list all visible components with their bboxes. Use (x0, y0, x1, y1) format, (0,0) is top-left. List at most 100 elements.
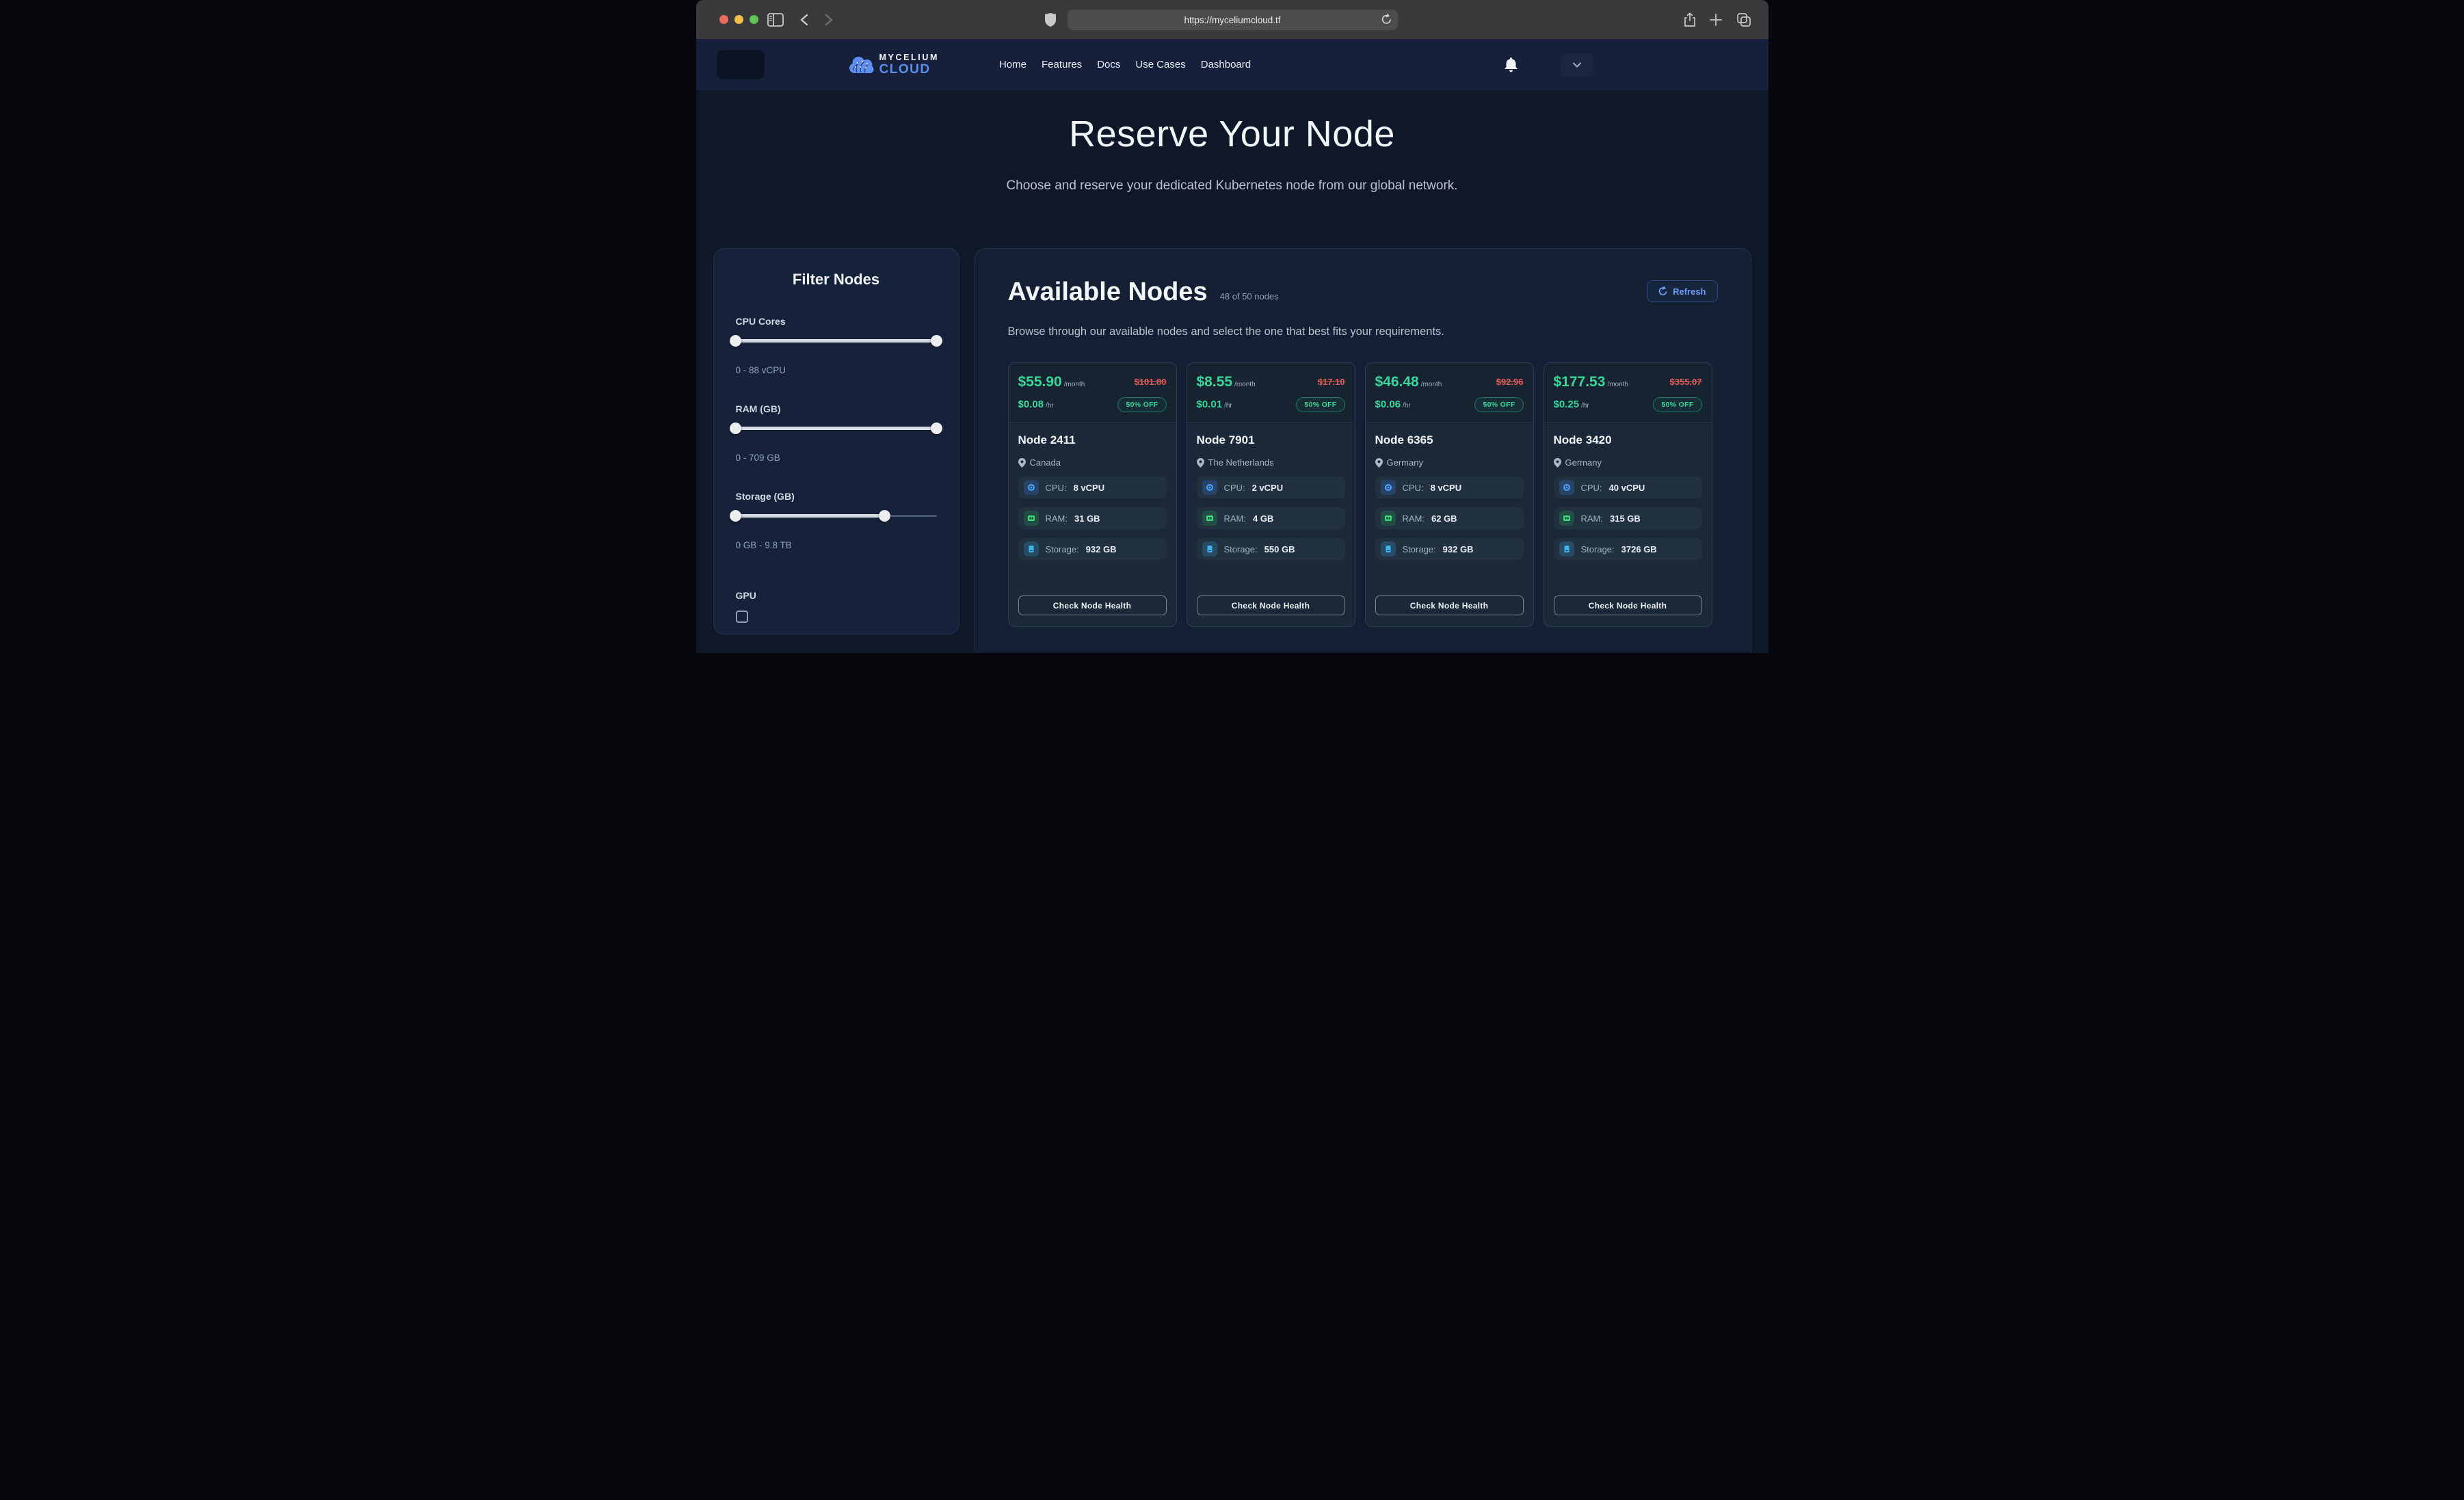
account-menu-button[interactable] (1560, 53, 1594, 77)
price-month: $177.53 (1554, 374, 1606, 390)
node-card[interactable]: $46.48/month $92.96 $0.06/hr 50% OFF Nod… (1365, 362, 1534, 627)
ram-range-slider[interactable] (736, 423, 937, 433)
ram-slider-handle-min[interactable] (730, 423, 741, 434)
nav-link-dashboard[interactable]: Dashboard (1200, 56, 1252, 73)
nav-link-features[interactable]: Features (1040, 56, 1083, 73)
hero-section: Reserve Your Node Choose and reserve you… (696, 90, 1768, 193)
filter-range-cpu: 0 - 88 vCPU (736, 365, 937, 375)
node-card[interactable]: $55.90/month $101.80 $0.08/hr 50% OFF No… (1008, 362, 1177, 627)
page-title: Reserve Your Node (696, 113, 1768, 155)
cpu-range-slider[interactable] (736, 335, 937, 346)
brain-cloud-logo-icon (848, 54, 874, 76)
close-window-button[interactable] (719, 15, 728, 24)
gpu-checkbox[interactable] (736, 611, 748, 623)
spec-label-ram: RAM: (1403, 513, 1425, 524)
price-month: $46.48 (1375, 374, 1419, 390)
new-tab-icon[interactable] (1710, 0, 1722, 39)
spec-label-storage: Storage: (1224, 544, 1258, 554)
reload-icon[interactable] (1381, 14, 1392, 27)
share-icon[interactable] (1684, 0, 1696, 39)
spec-value-storage: 932 GB (1086, 544, 1117, 554)
filter-label-storage: Storage (GB) (736, 491, 937, 502)
filter-group-storage: Storage (GB) 0 GB - 9.8 TB (736, 491, 937, 550)
discount-badge: 50% OFF (1653, 397, 1701, 412)
browser-window: https://myceliumcloud.tf (696, 0, 1768, 653)
node-card[interactable]: $177.53/month $355.07 $0.25/hr 50% OFF N… (1544, 362, 1712, 627)
url-bar[interactable]: https://myceliumcloud.tf (1068, 10, 1398, 30)
back-button-icon[interactable] (800, 0, 808, 39)
notification-bell-icon[interactable] (1505, 57, 1518, 72)
url-text: https://myceliumcloud.tf (1184, 15, 1280, 25)
storage-slider-handle-max[interactable] (879, 510, 890, 522)
spec-value-storage: 932 GB (1443, 544, 1474, 554)
minimize-window-button[interactable] (734, 15, 743, 24)
spec-value-cpu: 8 vCPU (1431, 483, 1462, 493)
nav-link-use-cases[interactable]: Use Cases (1134, 56, 1187, 73)
spec-label-storage: Storage: (1581, 544, 1615, 554)
original-price: $17.10 (1318, 377, 1345, 387)
nav-links: Home Features Docs Use Cases Dashboard (998, 56, 1252, 73)
panel-title: Available Nodes (1008, 279, 1208, 305)
spec-value-ram: 4 GB (1253, 513, 1273, 524)
chevron-down-icon (1573, 62, 1581, 68)
filter-panel-title: Filter Nodes (736, 271, 937, 289)
spec-label-storage: Storage: (1046, 544, 1079, 554)
per-month-label: /month (1421, 381, 1442, 388)
cpu-slider-handle-min[interactable] (730, 335, 741, 347)
spec-label-cpu: CPU: (1046, 483, 1067, 493)
cpu-slider-handle-max[interactable] (931, 335, 942, 347)
per-month-label: /month (1064, 381, 1085, 388)
privacy-shield-icon[interactable] (1045, 0, 1056, 39)
node-card[interactable]: $8.55/month $17.10 $0.01/hr 50% OFF Node… (1187, 362, 1355, 627)
check-node-health-button[interactable]: Check Node Health (1375, 595, 1524, 615)
tab-overview-icon[interactable] (1737, 0, 1751, 39)
forward-button-icon[interactable] (825, 0, 833, 39)
cpu-icon (1381, 480, 1396, 495)
nav-link-docs[interactable]: Docs (1096, 56, 1122, 73)
fullscreen-window-button[interactable] (750, 15, 758, 24)
cpu-icon (1202, 480, 1217, 495)
refresh-button[interactable]: Refresh (1647, 280, 1717, 302)
ram-slider-handle-max[interactable] (931, 423, 942, 434)
available-nodes-panel: Available Nodes 48 of 50 nodes Refresh B… (975, 248, 1751, 653)
price-hour: $0.08 (1018, 399, 1044, 410)
window-controls (719, 15, 758, 24)
ram-icon (1559, 511, 1574, 526)
storage-icon (1381, 541, 1396, 557)
logo-text-line2: CLOUD (879, 63, 939, 76)
spec-value-ram: 62 GB (1431, 513, 1457, 524)
storage-slider-handle-min[interactable] (730, 510, 741, 522)
check-node-health-button[interactable]: Check Node Health (1018, 595, 1167, 615)
sidebar-toggle-icon[interactable] (767, 0, 784, 39)
spec-value-cpu: 40 vCPU (1609, 483, 1645, 493)
cpu-icon (1024, 480, 1039, 495)
node-name: Node 6365 (1375, 433, 1524, 447)
original-price: $92.96 (1496, 377, 1524, 387)
site-logo[interactable]: MYCELIUM CLOUD (848, 53, 939, 77)
filter-nodes-panel: Filter Nodes CPU Cores 0 - 88 vCPU RAM (… (713, 248, 959, 634)
spec-label-storage: Storage: (1403, 544, 1436, 554)
node-name: Node 7901 (1197, 433, 1345, 447)
location-pin-icon (1375, 458, 1383, 468)
node-location: Germany (1387, 457, 1423, 468)
navbar-placeholder (717, 50, 765, 79)
spec-label-cpu: CPU: (1403, 483, 1424, 493)
nav-link-home[interactable]: Home (998, 56, 1028, 73)
storage-range-slider[interactable] (736, 510, 937, 521)
filter-range-ram: 0 - 709 GB (736, 453, 937, 463)
storage-icon (1024, 541, 1039, 557)
check-node-health-button[interactable]: Check Node Health (1197, 595, 1345, 615)
per-month-label: /month (1234, 381, 1256, 388)
spec-label-ram: RAM: (1224, 513, 1247, 524)
filter-label-cpu: CPU Cores (736, 316, 937, 327)
node-location: Germany (1565, 457, 1602, 468)
spec-label-cpu: CPU: (1224, 483, 1245, 493)
ram-icon (1381, 511, 1396, 526)
node-location: The Netherlands (1208, 457, 1274, 468)
discount-badge: 50% OFF (1296, 397, 1344, 412)
check-node-health-button[interactable]: Check Node Health (1554, 595, 1702, 615)
spec-value-storage: 550 GB (1264, 544, 1295, 554)
location-pin-icon (1554, 458, 1561, 468)
browser-chrome: https://myceliumcloud.tf (696, 0, 1768, 39)
spec-value-ram: 315 GB (1610, 513, 1641, 524)
